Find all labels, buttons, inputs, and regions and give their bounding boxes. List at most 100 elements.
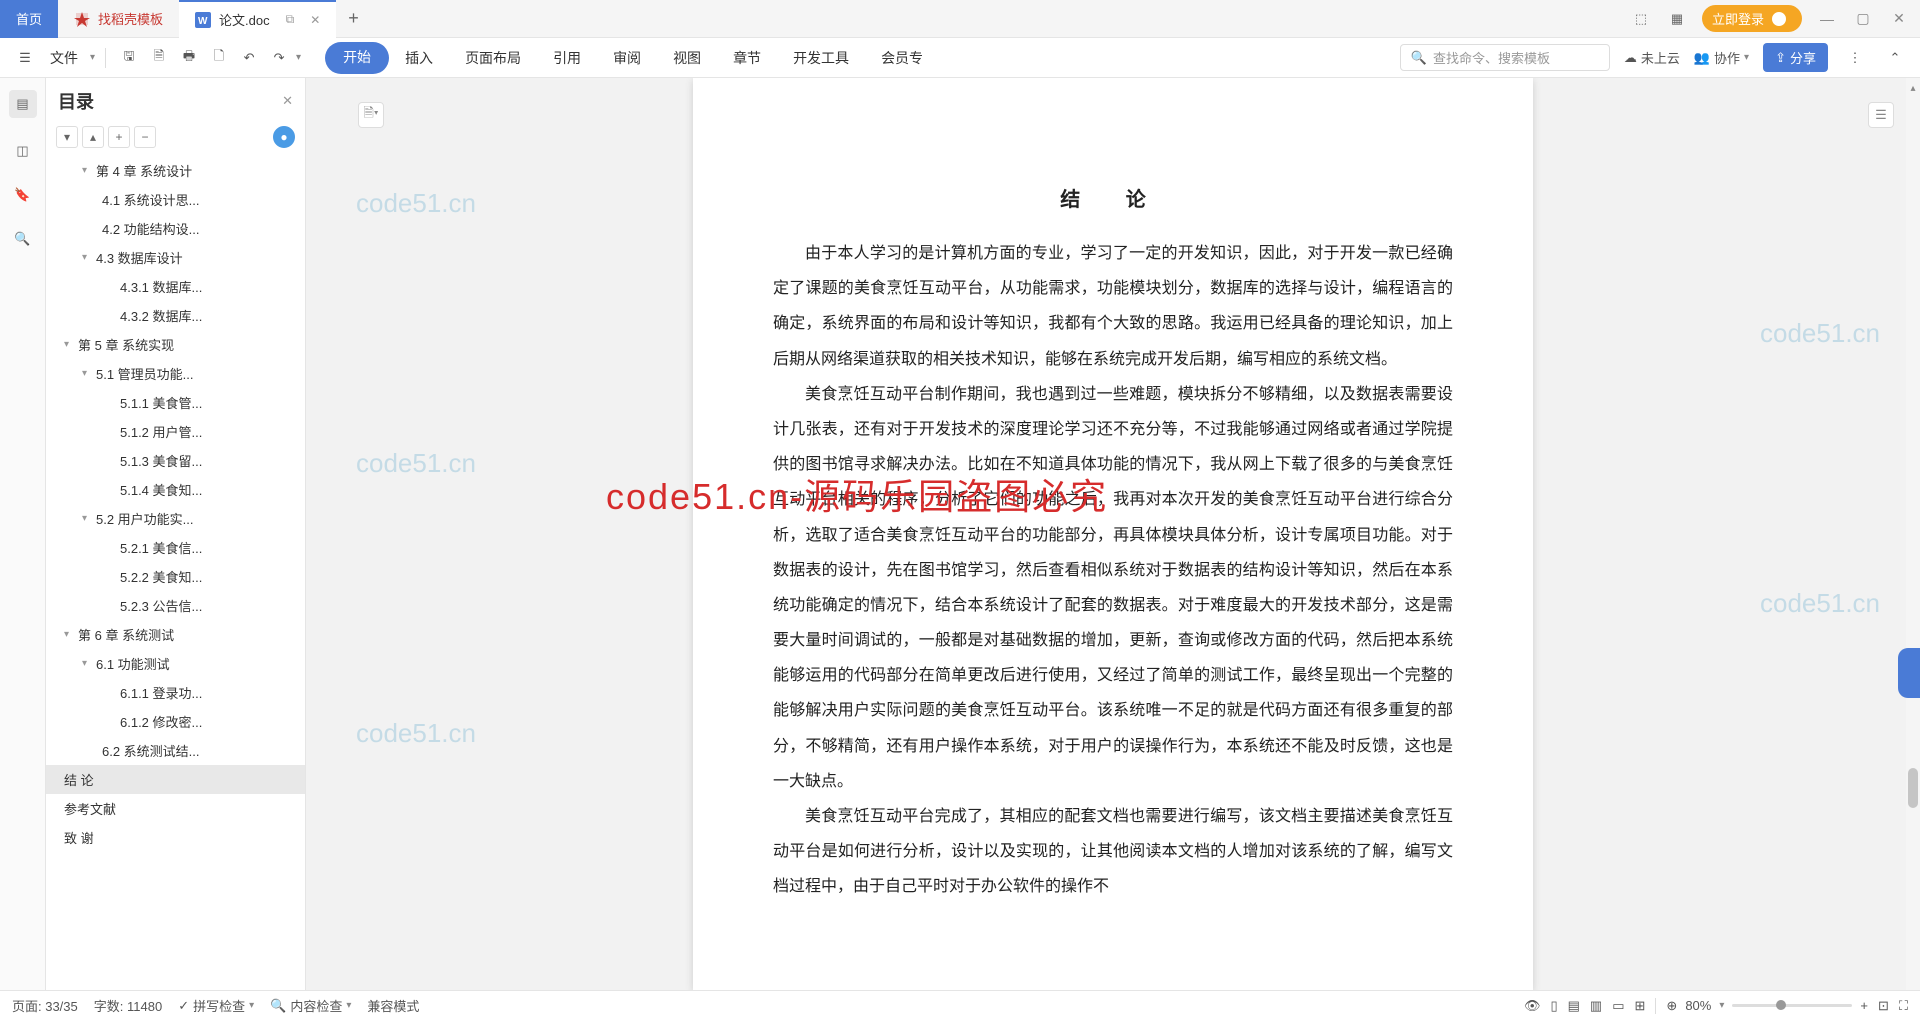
menu-tab-2[interactable]: 页面布局 [449, 42, 537, 74]
doc-options-icon[interactable]: ☰ [1868, 102, 1894, 128]
view-read-icon[interactable]: ▭ [1612, 998, 1624, 1014]
window-minimize-icon[interactable]: — [1816, 8, 1838, 30]
toc-item[interactable]: 结 论 [46, 765, 305, 794]
print-icon[interactable]: 🖶 [176, 45, 202, 71]
scroll-up-icon[interactable]: ▴ [1906, 78, 1920, 98]
view-web-icon[interactable]: ▥ [1590, 998, 1602, 1014]
menu-tab-0[interactable]: 开始 [325, 42, 389, 74]
expand-all-icon[interactable]: ▴ [82, 126, 104, 148]
eye-icon[interactable]: 👁 [1524, 998, 1541, 1014]
word-count[interactable]: 字数: 11480 [94, 996, 162, 1015]
undo-icon[interactable]: ↶ [236, 45, 262, 71]
apps-icon[interactable]: ▦ [1666, 8, 1688, 30]
scroll-thumb[interactable] [1908, 768, 1918, 808]
toc-item[interactable]: ▾4.3 数据库设计 [46, 243, 305, 272]
outline-icon[interactable]: ▤ [9, 90, 37, 118]
toc-item[interactable]: 5.1.3 美食留... [46, 446, 305, 475]
collapse-all-icon[interactable]: ▾ [56, 126, 78, 148]
file-menu[interactable]: 文件 [50, 48, 78, 68]
tab-add[interactable]: + [336, 8, 371, 29]
find-icon[interactable]: 🔍 [12, 228, 34, 250]
vertical-scrollbar[interactable]: ▴ [1906, 78, 1920, 990]
add-level-icon[interactable]: + [108, 126, 130, 148]
sidebar-close-icon[interactable]: ✕ [282, 93, 293, 109]
toc-item[interactable]: 5.1.1 美食管... [46, 388, 305, 417]
save-icon[interactable]: 🖫 [116, 45, 142, 71]
document-area[interactable]: code51.cn code51.cn code51.cn code51.cn … [306, 78, 1920, 990]
view-draft-icon[interactable]: ⊞ [1635, 998, 1646, 1014]
login-label: 立即登录 [1712, 9, 1764, 28]
collapse-icon[interactable]: ⌃ [1882, 45, 1908, 71]
tab-close-icon[interactable]: ✕ [310, 13, 320, 27]
search-box[interactable]: 🔍 查找命令、搜索模板 [1400, 44, 1610, 71]
zoom-in-icon[interactable]: + [1860, 998, 1868, 1013]
compat-mode[interactable]: 兼容模式 [367, 996, 419, 1015]
toc-item[interactable]: 6.1.2 修改密... [46, 707, 305, 736]
menu-tab-8[interactable]: 会员专 [865, 42, 939, 74]
sidebar-tools: ▾ ▴ + − ● [46, 124, 305, 156]
nav-icon[interactable]: ◫ [12, 140, 34, 162]
chevron-down-icon: ▾ [82, 252, 96, 263]
toc-item[interactable]: ▾5.2 用户功能实... [46, 504, 305, 533]
more-icon[interactable]: ⋮ [1842, 45, 1868, 71]
toc-item[interactable]: 5.2.3 公告信... [46, 591, 305, 620]
avatar-icon [1770, 10, 1788, 28]
print-preview-icon[interactable]: 🗋 [206, 45, 232, 71]
toc-item[interactable]: 5.2.1 美食信... [46, 533, 305, 562]
view-page-icon[interactable]: ▯ [1550, 998, 1557, 1014]
view-outline-icon[interactable]: ▤ [1568, 998, 1580, 1014]
collab-label: 协作 [1714, 48, 1740, 67]
menu-tab-3[interactable]: 引用 [537, 42, 597, 74]
window-maximize-icon[interactable]: ▢ [1852, 8, 1874, 30]
toc-item[interactable]: 5.1.4 美食知... [46, 475, 305, 504]
content-check[interactable]: 🔍 内容检查 ▾ [270, 996, 351, 1015]
toc-item[interactable]: ▾第 6 章 系统测试 [46, 620, 305, 649]
toc-sync-icon[interactable]: ● [273, 126, 295, 148]
login-button[interactable]: 立即登录 [1702, 5, 1802, 32]
side-panel-tab[interactable] [1898, 648, 1920, 698]
toc-item[interactable]: ▾6.1 功能测试 [46, 649, 305, 678]
toc-item[interactable]: ▾第 4 章 系统设计 [46, 156, 305, 185]
menu-tab-7[interactable]: 开发工具 [777, 42, 865, 74]
toc-item[interactable]: ▾第 5 章 系统实现 [46, 330, 305, 359]
menu-icon[interactable]: ☰ [12, 45, 38, 71]
toc-item[interactable]: 4.3.2 数据库... [46, 301, 305, 330]
bookmark-icon[interactable]: 🔖 [12, 184, 34, 206]
tab-home[interactable]: 首页 [0, 0, 58, 38]
window-close-icon[interactable]: ✕ [1888, 8, 1910, 30]
collab-button[interactable]: 👥 协作 ▾ [1694, 48, 1749, 67]
redo-icon[interactable]: ↷ [266, 45, 292, 71]
share-button[interactable]: ⇪ 分享 [1763, 43, 1828, 72]
zoom-slider[interactable] [1732, 1004, 1852, 1007]
page-indicator[interactable]: 页面: 33/35 [12, 996, 78, 1015]
tab-templates[interactable]: 找稻壳模板 [58, 0, 179, 38]
toc-item[interactable]: 4.3.1 数据库... [46, 272, 305, 301]
toc-item[interactable]: 5.1.2 用户管... [46, 417, 305, 446]
fit-width-icon[interactable]: ⊡ [1878, 998, 1889, 1014]
toc-item[interactable]: 6.2 系统测试结... [46, 736, 305, 765]
toc-item[interactable]: 4.1 系统设计思... [46, 185, 305, 214]
doc-section-icon[interactable]: 🗎▾ [358, 102, 384, 128]
document-page: 结 论 由于本人学习的是计算机方面的专业，学习了一定的开发知识，因此，对于开发一… [693, 78, 1533, 990]
svg-text:W: W [198, 16, 208, 27]
menu-tab-6[interactable]: 章节 [717, 42, 777, 74]
toc-item[interactable]: 5.2.2 美食知... [46, 562, 305, 591]
menu-tab-5[interactable]: 视图 [657, 42, 717, 74]
spell-check[interactable]: ✓ 拼写检查 ▾ [178, 996, 254, 1015]
cloud-status[interactable]: ☁ 未上云 [1624, 48, 1680, 67]
fullscreen-icon[interactable]: ⛶ [1899, 998, 1908, 1014]
toc-item[interactable]: ▾5.1 管理员功能... [46, 359, 305, 388]
save-as-icon[interactable]: 🗎 [146, 45, 172, 71]
toc-item[interactable]: 4.2 功能结构设... [46, 214, 305, 243]
toc-item[interactable]: 6.1.1 登录功... [46, 678, 305, 707]
toc-item[interactable]: 致 谢 [46, 823, 305, 852]
layout-icon[interactable]: ⬚ [1630, 8, 1652, 30]
remove-level-icon[interactable]: − [134, 126, 156, 148]
zoom-control[interactable]: ⊕ 80% ▾ + [1666, 998, 1868, 1014]
menu-tab-1[interactable]: 插入 [389, 42, 449, 74]
menu-tab-4[interactable]: 审阅 [597, 42, 657, 74]
zoom-icon: ⊕ [1666, 998, 1677, 1014]
toc-item[interactable]: 参考文献 [46, 794, 305, 823]
tab-document[interactable]: W 论文.doc ⧉ ✕ [179, 0, 336, 38]
tab-popout-icon[interactable]: ⧉ [286, 12, 295, 27]
